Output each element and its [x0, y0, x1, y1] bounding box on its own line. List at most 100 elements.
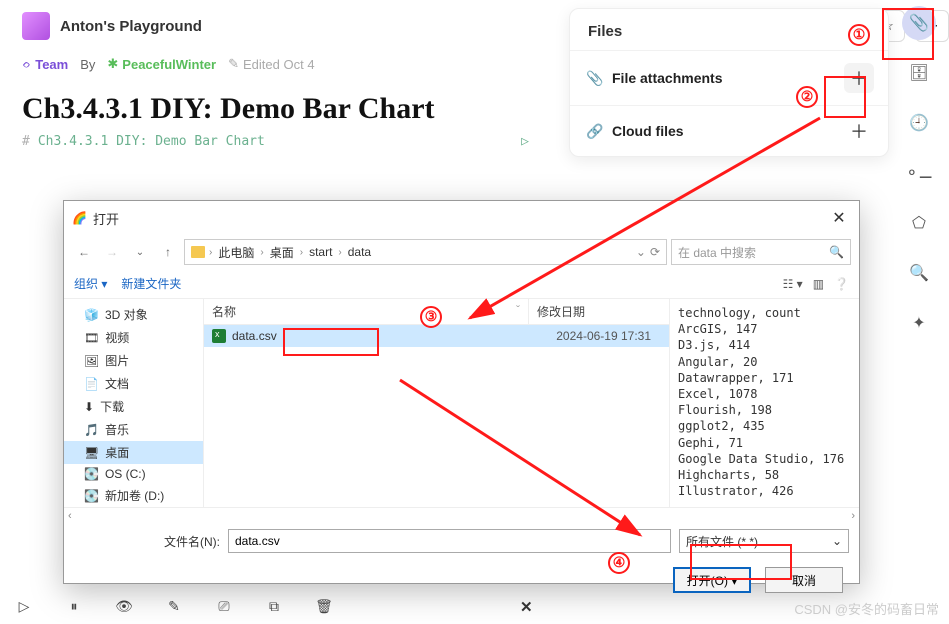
rail-attach-button[interactable]: 📎: [902, 6, 936, 40]
delete-button[interactable]: 🗑: [310, 592, 338, 620]
database-icon: 🗄: [909, 63, 929, 83]
tree-item[interactable]: 🧊3D 对象: [64, 303, 203, 326]
paperclip-icon: 📎: [584, 70, 606, 87]
help-button[interactable]: ❔: [834, 277, 849, 291]
search-placeholder: 在 data 中搜索: [678, 244, 756, 261]
rail-ai-button[interactable]: ✦: [902, 306, 936, 340]
cancel-button[interactable]: 取消: [765, 567, 843, 593]
horizontal-scrollbar[interactable]: ‹›: [64, 507, 859, 523]
filetype-select[interactable]: 所有文件 (*.*) ⌄: [679, 529, 849, 553]
rail-data-button[interactable]: 🗄: [902, 56, 936, 90]
search-icon: 🔍: [829, 245, 844, 259]
team-icon: ᨔ: [22, 56, 31, 72]
tree-icon: 💽: [84, 489, 99, 503]
nav-forward-button[interactable]: →: [100, 240, 124, 264]
preview-pane: technology, countArcGIS, 147D3.js, 414An…: [669, 299, 859, 507]
rail-history-button[interactable]: 🕘: [902, 106, 936, 140]
open-button[interactable]: 打开(O) ▾: [673, 567, 751, 593]
files-panel: Files 📎 File attachments ＋ 🔗 Cloud files…: [569, 8, 889, 157]
add-cloud-button[interactable]: ＋: [844, 118, 874, 144]
chrome-icon: 🌈: [72, 211, 87, 225]
preview-line: technology, count: [678, 305, 851, 321]
preview-line: Gephi, 71: [678, 435, 851, 451]
author-name[interactable]: PeacefulWinter: [122, 57, 216, 72]
nav-back-button[interactable]: ←: [72, 240, 96, 264]
path-segment[interactable]: 桌面: [268, 244, 296, 261]
preview-line: ggplot2, 435: [678, 418, 851, 434]
link-icon: 🔗: [584, 123, 606, 140]
tree-icon: 🖼: [84, 354, 99, 368]
path-segment[interactable]: data: [346, 245, 373, 259]
add-attachment-button[interactable]: ＋: [844, 63, 874, 93]
tree-item[interactable]: 🎵音乐: [64, 418, 203, 441]
preview-line: Flourish, 198: [678, 402, 851, 418]
sparkle-icon: ✦: [912, 313, 925, 333]
preview-line: Illustrator, 426: [678, 483, 851, 499]
chevron-down-icon: ⌄: [832, 534, 842, 548]
nav-tree[interactable]: 🧊3D 对象🎞视频🖼图片📄文档⬇下载🎵音乐🖥桌面💽OS (C:)💽新加卷 (D:…: [64, 299, 204, 507]
paperclip-icon: 📎: [909, 13, 929, 33]
close-button[interactable]: ✕: [827, 206, 851, 230]
chevron-down-icon[interactable]: ⌄: [636, 245, 646, 259]
pause-button[interactable]: ⏸: [60, 592, 88, 620]
column-name-header[interactable]: 名称: [212, 305, 236, 319]
search-input[interactable]: 在 data 中搜索 🔍: [671, 239, 851, 265]
tree-item[interactable]: ⬇下载: [64, 395, 203, 418]
preview-line: Excel, 1078: [678, 386, 851, 402]
nav-up-button[interactable]: ↑: [156, 240, 180, 264]
preview-toggle-button[interactable]: ▥: [813, 277, 824, 291]
nav-recent-button[interactable]: ⌄: [128, 240, 152, 264]
preview-line: Datawrapper, 171: [678, 370, 851, 386]
column-date-header[interactable]: 修改日期: [529, 299, 669, 324]
edit-button[interactable]: ✎: [160, 592, 188, 620]
watermark: CSDN @安冬的码畜日常: [794, 599, 939, 618]
rail-package-button[interactable]: ⬠: [902, 206, 936, 240]
file-list[interactable]: 名称 ˇ 修改日期 data.csv 2024-06-19 17:31: [204, 299, 669, 507]
excel-icon: [212, 329, 226, 343]
dialog-title: 打开: [93, 209, 827, 228]
cloud-files-label: Cloud files: [606, 123, 844, 139]
pencil-icon: ✎: [228, 56, 239, 72]
visibility-button[interactable]: 👁: [110, 592, 138, 620]
tree-item[interactable]: 🖼图片: [64, 349, 203, 372]
tree-icon: 📄: [84, 377, 99, 391]
tree-item[interactable]: 🖥桌面: [64, 441, 203, 464]
file-open-dialog: 🌈 打开 ✕ ← → ⌄ ↑ › 此电脑› 桌面› start› data ⌄ …: [63, 200, 860, 584]
tree-icon: 🎞: [84, 331, 99, 345]
organize-menu[interactable]: 组织 ▾: [74, 275, 107, 292]
play-icon[interactable]: ▷: [521, 134, 529, 149]
path-segment[interactable]: 此电脑: [216, 244, 256, 261]
tree-item[interactable]: 💽OS (C:): [64, 464, 203, 484]
new-folder-button[interactable]: 新建文件夹: [121, 275, 181, 292]
preview-line: D3.js, 414: [678, 337, 851, 353]
clock-icon: 🕘: [909, 113, 929, 133]
tree-icon: 🎵: [84, 423, 99, 437]
tree-item[interactable]: 💽新加卷 (D:): [64, 484, 203, 507]
rail-dependencies-button[interactable]: ⚬⚊: [902, 156, 936, 190]
close-cell-button[interactable]: ✕: [520, 598, 533, 616]
duplicate-button[interactable]: ⧉: [260, 592, 288, 620]
path-segment[interactable]: start: [307, 245, 334, 259]
file-attachments-label: File attachments: [606, 70, 844, 86]
tree-item[interactable]: 🎞视频: [64, 326, 203, 349]
team-badge[interactable]: Team: [35, 57, 68, 72]
run-button[interactable]: ▷: [10, 592, 38, 620]
cloud-files-row[interactable]: 🔗 Cloud files ＋: [570, 105, 888, 156]
rail-search-button[interactable]: 🔍: [902, 256, 936, 290]
view-mode-button[interactable]: ☷ ▾: [783, 277, 803, 291]
filename-input[interactable]: [228, 529, 671, 553]
tree-icon: ⬇: [84, 400, 94, 414]
by-label: By: [80, 57, 95, 72]
preview-line: ArcGIS, 147: [678, 321, 851, 337]
file-row-selected[interactable]: data.csv 2024-06-19 17:31: [204, 325, 669, 347]
hash-icon: #: [22, 134, 30, 149]
file-attachments-row[interactable]: 📎 File attachments ＋: [570, 50, 888, 105]
tree-item[interactable]: 📄文档: [64, 372, 203, 395]
tree-icon: 🧊: [84, 308, 99, 322]
preview-line: Angular, 20: [678, 354, 851, 370]
file-name: data.csv: [232, 329, 277, 343]
files-panel-header: Files: [570, 9, 888, 50]
refresh-icon[interactable]: ⟳: [650, 245, 660, 259]
breadcrumb[interactable]: › 此电脑› 桌面› start› data ⌄ ⟳: [184, 239, 667, 265]
split-button[interactable]: ⎚: [210, 592, 238, 620]
